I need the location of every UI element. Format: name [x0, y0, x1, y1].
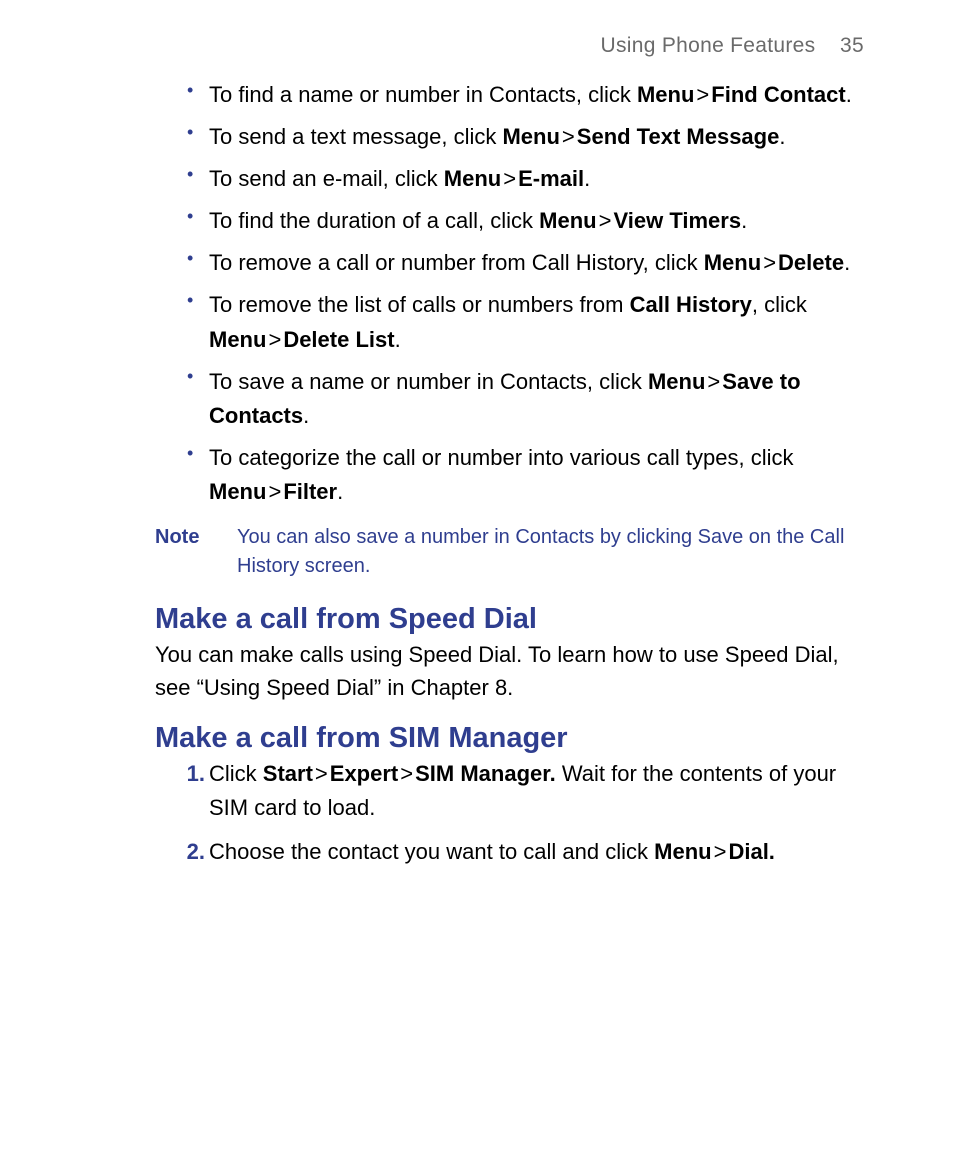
list-item: To categorize the call or number into va… [209, 441, 864, 509]
list-item: Choose the contact you want to call and … [209, 835, 864, 869]
sim-manager-steps: Click Start>Expert>SIM Manager. Wait for… [155, 757, 864, 869]
list-item: To send a text message, click Menu>Send … [209, 120, 864, 154]
note-block: Note You can also save a number in Conta… [155, 523, 864, 581]
heading-speed-dial: Make a call from Speed Dial [155, 603, 864, 636]
list-item: To find a name or number in Contacts, cl… [209, 78, 864, 112]
list-item: To remove a call or number from Call His… [209, 246, 864, 280]
header-section: Using Phone Features [601, 34, 816, 57]
list-item: To find the duration of a call, click Me… [209, 204, 864, 238]
feature-bullet-list: To find a name or number in Contacts, cl… [155, 78, 864, 509]
list-item: To send an e-mail, click Menu>E-mail. [209, 162, 864, 196]
page: Using Phone Features 35 To find a name o… [0, 0, 954, 919]
body-text: You can make calls using Speed Dial. To … [155, 638, 864, 704]
header-page-number: 35 [840, 34, 864, 57]
heading-sim-manager: Make a call from SIM Manager [155, 722, 864, 755]
note-label: Note [155, 523, 237, 581]
list-item: To remove the list of calls or numbers f… [209, 288, 864, 356]
page-header: Using Phone Features 35 [155, 34, 864, 58]
list-item: Click Start>Expert>SIM Manager. Wait for… [209, 757, 864, 825]
list-item: To save a name or number in Contacts, cl… [209, 365, 864, 433]
note-text: You can also save a number in Contacts b… [237, 523, 864, 581]
